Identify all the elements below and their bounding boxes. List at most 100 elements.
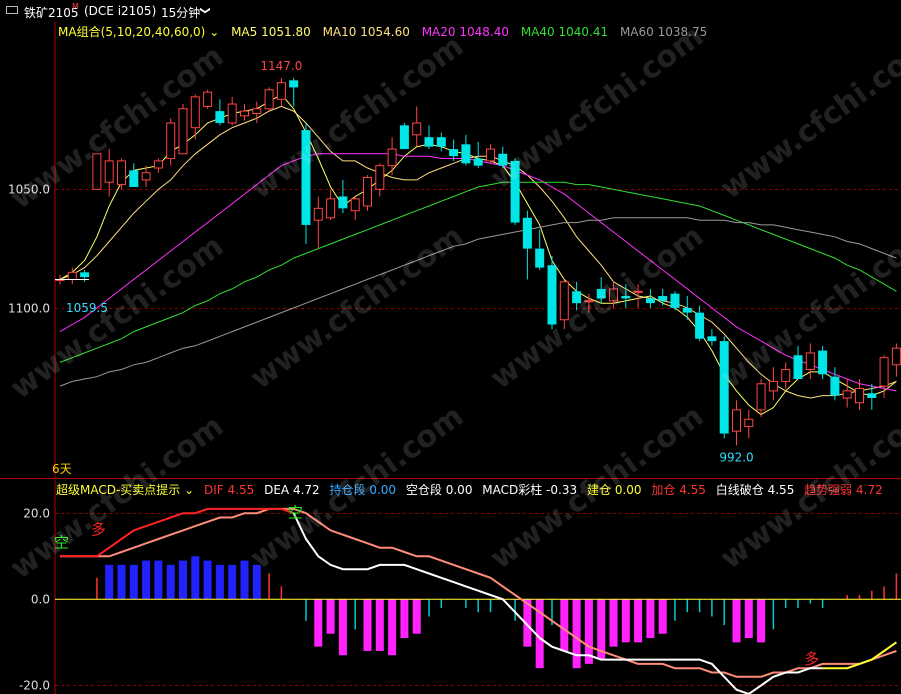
signal-label: 多 — [804, 650, 819, 668]
candle-down — [867, 393, 877, 398]
macd-bar — [560, 599, 569, 651]
ma-item: MA10 1054.60 — [322, 25, 410, 39]
candle-down — [682, 307, 692, 313]
candle-up — [891, 347, 901, 366]
candle-down — [301, 130, 311, 225]
candle-down — [695, 312, 705, 339]
macd-item: DIF 4.55 — [204, 483, 255, 497]
candle-up — [633, 290, 643, 293]
signal-label: 空 — [54, 534, 69, 552]
candle-up — [781, 369, 791, 382]
candle-down — [818, 350, 828, 375]
macd-bar — [658, 599, 667, 634]
macd-bar — [744, 599, 753, 639]
candle-up — [313, 207, 323, 221]
candle-up — [153, 160, 163, 169]
candle-down — [424, 137, 434, 147]
candle-up — [350, 198, 360, 212]
candle-up — [744, 418, 754, 427]
macd-bar — [142, 560, 151, 600]
candle-up — [190, 96, 200, 129]
macd-bar — [388, 599, 397, 656]
candle-up — [805, 352, 815, 371]
candle-up — [92, 153, 102, 190]
price-tick-label: 1100.0 — [8, 302, 50, 316]
candle-down — [645, 298, 655, 304]
dif-line-down — [292, 512, 823, 694]
macd-item: DEA 4.72 — [264, 483, 320, 497]
candle-up — [178, 108, 188, 155]
candle-down — [80, 272, 90, 278]
candle-up — [559, 281, 569, 321]
candle-down — [621, 296, 631, 299]
candle-up — [768, 380, 778, 392]
candle-down — [436, 137, 446, 147]
candle-up — [879, 357, 889, 387]
candle-down — [658, 296, 668, 301]
candle-down — [572, 291, 582, 304]
candle-up — [203, 91, 213, 107]
macd-item: 空仓段 0.00 — [405, 483, 473, 497]
candle-up — [486, 148, 495, 162]
ma-legend: MA组合(5,10,20,40,60,0) ⌄ MA5 1051.80 MA10… — [58, 23, 707, 40]
macd-bar — [326, 599, 335, 634]
macd-bar — [732, 599, 741, 643]
candle-down — [338, 196, 348, 209]
period-selector[interactable]: 15分钟 — [161, 4, 200, 21]
candle-up — [584, 300, 594, 303]
macd-bar — [191, 556, 200, 600]
signal-label: 空 — [288, 504, 303, 522]
ma-item: MA20 1048.40 — [421, 25, 509, 39]
macd-item: 趋势强弱 4.72 — [804, 483, 883, 497]
candle-down — [522, 217, 532, 249]
macd-bar — [154, 560, 163, 600]
ma-legend-label[interactable]: MA组合(5,10,20,40,60,0) — [58, 25, 205, 39]
macd-item: 建仓 0.00 — [586, 483, 642, 497]
macd-bar — [252, 564, 261, 600]
macd-bar — [228, 564, 237, 600]
macd-bar — [609, 599, 618, 647]
candle-down — [473, 158, 483, 166]
macd-bar — [338, 599, 347, 656]
candle-up — [855, 388, 864, 404]
candle-down — [289, 80, 299, 88]
candle-up — [732, 409, 741, 432]
kline-chart[interactable]: 1100.0 1050.0 20.0 0.0 -20.0 6天 1147.0 992.0 105… — [0, 0, 901, 694]
macd-legend-label[interactable]: 超级MACD-买卖点提示 — [56, 483, 180, 497]
candle-up — [363, 177, 372, 207]
candle-down — [707, 336, 717, 342]
macd-item: 加仓 4.55 — [651, 483, 706, 497]
candle-up — [609, 288, 618, 302]
candle-down — [498, 153, 508, 166]
macd-bar — [412, 599, 421, 634]
ma-item: MA5 1051.80 — [231, 25, 311, 39]
candle-up — [276, 82, 286, 100]
candle-down — [461, 144, 471, 164]
window-icon[interactable] — [6, 6, 18, 14]
macd-item: 白线破仓 4.55 — [715, 483, 795, 497]
candle-up — [387, 148, 397, 167]
candle-down — [449, 149, 459, 157]
chevron-down-icon[interactable]: ⌄ — [209, 25, 219, 39]
ma-item: MA60 1038.75 — [619, 25, 708, 39]
macd-bar — [240, 560, 249, 600]
candle-up — [67, 271, 77, 280]
candle-up — [166, 122, 176, 160]
chevron-down-icon[interactable]: ❯ — [200, 6, 211, 14]
symbol-name[interactable]: 铁矿2105 — [24, 4, 79, 21]
macd-bar — [215, 564, 224, 600]
start-label: 1059.5 — [66, 301, 108, 315]
macd-item: MACD彩柱 -0.33 — [482, 483, 578, 497]
chevron-down-icon[interactable]: ⌄ — [184, 483, 194, 497]
macd-bar — [634, 599, 643, 643]
candle-up — [117, 160, 126, 186]
candle-up — [104, 160, 114, 183]
macd-bar — [129, 564, 138, 600]
macd-bar — [621, 599, 630, 643]
low-label: 992.0 — [719, 450, 753, 464]
macd-bar — [105, 564, 114, 600]
macd-bar — [646, 599, 655, 639]
macd-legend: 超级MACD-买卖点提示 ⌄ DIF 4.55 DEA 4.72 持仓段 0.0… — [56, 481, 883, 498]
candle-down — [547, 265, 557, 325]
candle-down — [793, 355, 803, 380]
